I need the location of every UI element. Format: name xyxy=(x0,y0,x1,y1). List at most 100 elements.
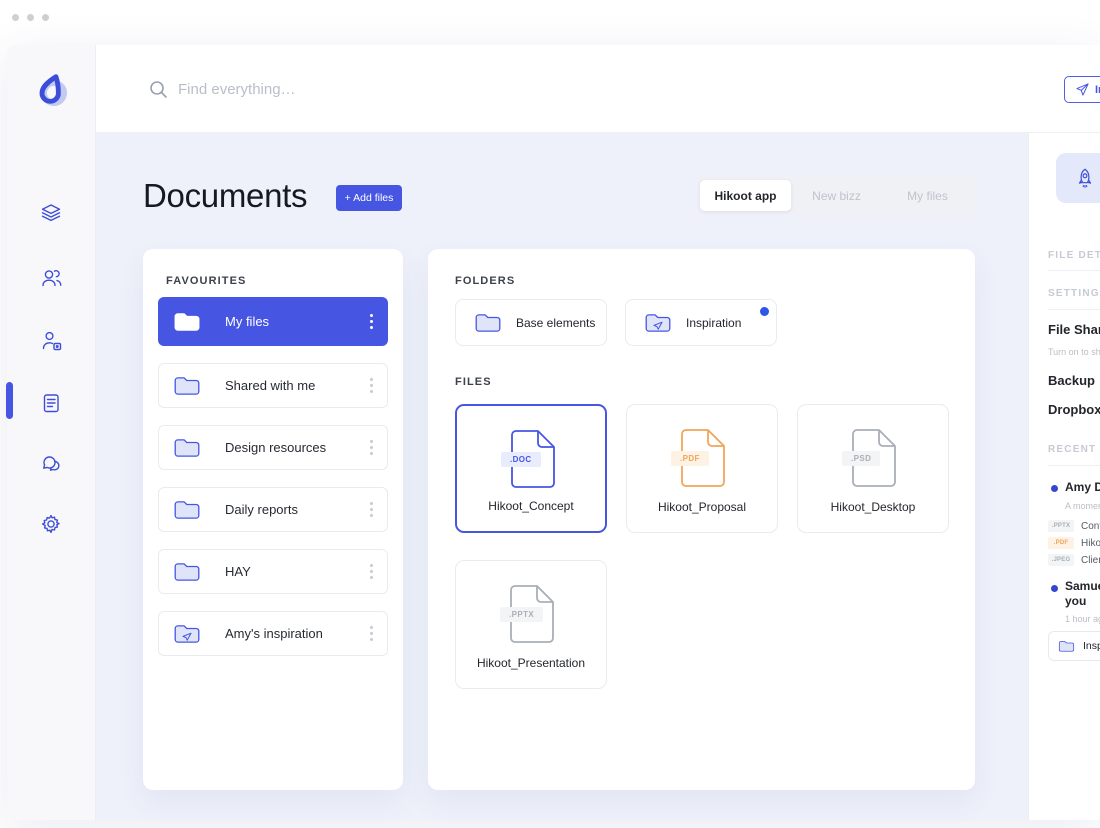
messages-icon[interactable] xyxy=(40,453,62,475)
divider xyxy=(1048,465,1100,466)
file-ext-badge: .PSD xyxy=(842,451,881,466)
folder-tile-label: Base elements xyxy=(516,315,596,330)
favourite-item-amys-inspiration[interactable]: Amy's inspiration xyxy=(158,611,388,656)
divider xyxy=(1048,309,1100,310)
favourite-item-label: Amy's inspiration xyxy=(225,626,323,641)
folders-files-card: FOLDERS Base elements Inspiration FILES … xyxy=(428,249,975,790)
folder-icon xyxy=(174,377,200,395)
upgrade-chip[interactable] xyxy=(1056,153,1100,203)
file-ext-badge: .JPEG xyxy=(1048,554,1074,566)
file-ext-badge: .PDF xyxy=(671,451,709,466)
file-card-hikoot-proposal[interactable]: .PDF Hikoot_Proposal xyxy=(626,404,778,533)
paper-plane-icon xyxy=(1076,83,1089,96)
main-content: Documents + Add files Hikoot app New biz… xyxy=(96,133,1028,820)
invite-label: Invite xyxy=(1095,83,1100,96)
favourite-item-daily-reports[interactable]: Daily reports xyxy=(158,487,388,532)
shared-folder-chip[interactable]: Inspiration xyxy=(1048,631,1100,661)
recent-files-heading: RECENT FILES xyxy=(1048,444,1100,455)
detail-panel: FILE DETAILS SETTINGS File Sharing Turn … xyxy=(1028,133,1100,820)
setting-backup[interactable]: Backup xyxy=(1048,373,1095,388)
activity-user: Amy Dettmer xyxy=(1065,480,1100,494)
setting-file-sharing[interactable]: File Sharing xyxy=(1048,322,1100,337)
more-options-icon[interactable] xyxy=(370,508,373,511)
search-input[interactable] xyxy=(178,75,598,103)
activity-user-line2: you xyxy=(1065,594,1087,608)
favourite-item-label: Shared with me xyxy=(225,378,316,393)
file-card-hikoot-presentation[interactable]: .PPTX Hikoot_Presentation xyxy=(455,560,607,689)
folder-icon xyxy=(174,501,200,519)
tab-my-files[interactable]: My files xyxy=(882,180,973,211)
activity-user: Samuel Smith shared with xyxy=(1065,579,1100,593)
file-name: Hikoot_Concept xyxy=(488,499,574,513)
folder-icon xyxy=(174,563,200,581)
favourite-item-hay[interactable]: HAY xyxy=(158,549,388,594)
more-options-icon[interactable] xyxy=(370,384,373,387)
favourite-item-design-resources[interactable]: Design resources xyxy=(158,425,388,470)
contacts-icon[interactable] xyxy=(40,329,62,351)
more-options-icon[interactable] xyxy=(370,320,373,323)
file-ext-badge: .PPTX xyxy=(1048,520,1074,532)
window-dot[interactable] xyxy=(27,14,34,21)
folder-tile-label: Inspiration xyxy=(686,315,742,330)
sidebar xyxy=(6,45,96,820)
folder-tile-base-elements[interactable]: Base elements xyxy=(455,299,607,346)
favourite-item-my-files[interactable]: My files xyxy=(158,297,388,346)
setting-file-sharing-sub: Turn on to share files xyxy=(1048,347,1100,357)
folder-icon xyxy=(1058,640,1075,652)
recent-file-name: Content_plan xyxy=(1081,520,1100,532)
settings-icon[interactable] xyxy=(40,513,62,535)
app-window: Invite Documents + Add files Hikoot app … xyxy=(6,45,1100,820)
notification-dot xyxy=(760,307,769,316)
favourites-heading: FAVOURITES xyxy=(166,275,247,287)
layers-icon[interactable] xyxy=(40,202,62,224)
invite-button[interactable]: Invite xyxy=(1064,76,1100,103)
favourite-item-label: HAY xyxy=(225,564,251,579)
favourites-card: FAVOURITES My files Shared with me Desig… xyxy=(143,249,403,790)
favourite-item-shared-with-me[interactable]: Shared with me xyxy=(158,363,388,408)
file-card-hikoot-desktop[interactable]: .PSD Hikoot_Desktop xyxy=(797,404,949,533)
more-options-icon[interactable] xyxy=(370,632,373,635)
search-icon xyxy=(149,80,168,99)
workspace-tabs: Hikoot app New bizz My files xyxy=(697,177,976,214)
tab-hikoot-app[interactable]: Hikoot app xyxy=(700,180,791,211)
active-nav-indicator xyxy=(6,382,13,419)
favourite-item-label: My files xyxy=(225,314,270,329)
file-name: Hikoot_Desktop xyxy=(830,500,916,514)
file-ext-badge: .DOC xyxy=(501,452,541,467)
app-logo xyxy=(39,74,67,106)
documents-icon[interactable] xyxy=(40,392,62,414)
shared-folder-icon xyxy=(645,314,671,332)
favourites-list: My files Shared with me Design resources… xyxy=(158,297,388,673)
top-header: Invite xyxy=(96,45,1100,133)
folder-icon xyxy=(174,313,200,331)
recent-file-name: Hikoot_Proposal xyxy=(1081,537,1100,549)
window-dot[interactable] xyxy=(42,14,49,21)
recent-file-row[interactable]: .JPEG Client_Showcase xyxy=(1048,554,1100,566)
settings-heading: SETTINGS xyxy=(1048,288,1100,299)
add-files-button[interactable]: + Add files xyxy=(336,185,402,211)
folder-tile-inspiration[interactable]: Inspiration xyxy=(625,299,777,346)
tab-new-bizz[interactable]: New bizz xyxy=(791,180,882,211)
recent-file-name: Client_Showcase xyxy=(1081,554,1100,566)
files-heading: FILES xyxy=(455,376,492,388)
file-name: Hikoot_Presentation xyxy=(476,656,586,670)
recent-file-row[interactable]: .PDF Hikoot_Proposal xyxy=(1048,537,1100,549)
activity-time: 1 hour ago xyxy=(1065,614,1100,624)
folders-heading: FOLDERS xyxy=(455,275,516,287)
divider xyxy=(1048,270,1100,271)
window-dot[interactable] xyxy=(12,14,19,21)
folder-icon xyxy=(475,314,501,332)
page-title: Documents xyxy=(143,177,308,214)
activity-time: A moment ago xyxy=(1065,501,1100,511)
favourite-item-label: Design resources xyxy=(225,440,327,455)
activity-bullet xyxy=(1051,585,1058,592)
window-controls[interactable] xyxy=(12,14,49,21)
file-card-hikoot-concept[interactable]: .DOC Hikoot_Concept xyxy=(455,404,607,533)
setting-dropbox-sync[interactable]: Dropbox Sync xyxy=(1048,402,1100,417)
recent-file-row[interactable]: .PPTX Content_plan xyxy=(1048,520,1100,532)
more-options-icon[interactable] xyxy=(370,446,373,449)
more-options-icon[interactable] xyxy=(370,570,373,573)
activity-bullet xyxy=(1051,485,1058,492)
file-ext-badge: .PDF xyxy=(1048,537,1074,549)
team-icon[interactable] xyxy=(40,266,62,288)
